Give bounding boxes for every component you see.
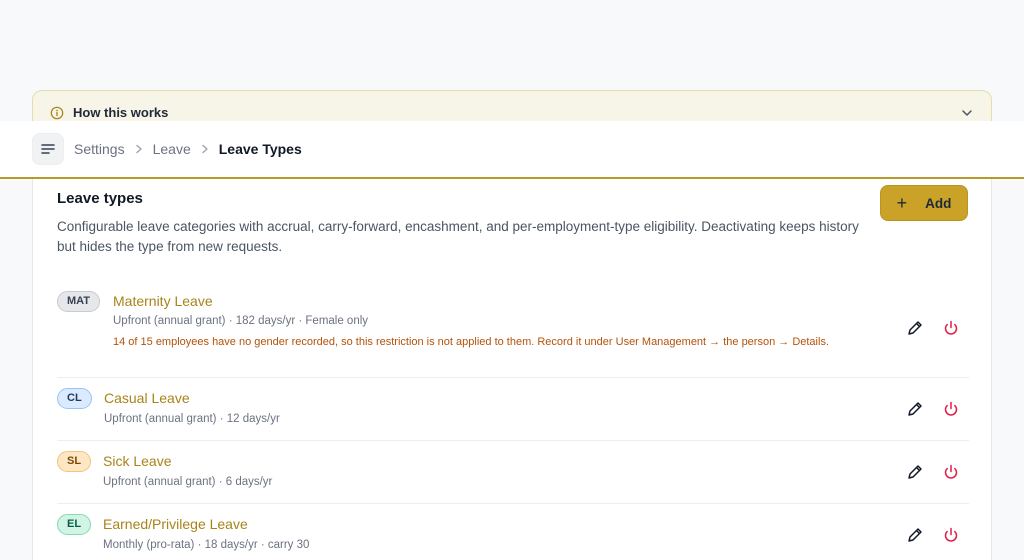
- deactivate-power-icon[interactable]: [942, 319, 960, 337]
- gender-warning: 14 of 15 employees have no gender record…: [113, 336, 829, 348]
- add-button-label: Add: [925, 195, 952, 211]
- leave-type-name[interactable]: Earned/Privilege Leave: [103, 516, 248, 532]
- leave-code-badge: CL: [57, 388, 92, 409]
- deactivate-power-icon[interactable]: [942, 400, 960, 418]
- leave-type-name[interactable]: Sick Leave: [103, 453, 171, 469]
- edit-icon[interactable]: [906, 526, 924, 544]
- chevron-right-icon: [131, 141, 147, 157]
- breadcrumb: Settings Leave Leave Types: [74, 141, 302, 157]
- list-item: EL Earned/Privilege Leave Monthly (pro-r…: [57, 504, 969, 560]
- leave-type-meta: Monthly (pro-rata) · 18 days/yr · carry …: [103, 539, 310, 551]
- leave-type-name[interactable]: Casual Leave: [104, 390, 190, 406]
- plus-icon: +: [896, 193, 908, 213]
- deactivate-power-icon[interactable]: [942, 463, 960, 481]
- leave-type-name[interactable]: Maternity Leave: [113, 293, 213, 309]
- leave-type-meta: Upfront (annual grant) · 6 days/yr: [103, 476, 273, 488]
- list-item: CL Casual Leave Upfront (annual grant) ·…: [57, 378, 969, 441]
- menu-toggle-button[interactable]: [32, 133, 64, 165]
- list-item: SL Sick Leave Upfront (annual grant) · 6…: [57, 441, 969, 504]
- edit-icon[interactable]: [906, 463, 924, 481]
- card-title: Leave types: [57, 190, 143, 207]
- info-icon: [50, 106, 64, 120]
- edit-icon[interactable]: [906, 319, 924, 337]
- leave-type-meta: Upfront (annual grant) · 182 days/yr · F…: [113, 315, 369, 327]
- breadcrumb-leave[interactable]: Leave: [153, 141, 191, 157]
- breadcrumb-bar: Settings Leave Leave Types: [0, 121, 1024, 179]
- list-item: MAT Maternity Leave Upfront (annual gran…: [57, 281, 969, 378]
- menu-icon: [41, 144, 55, 154]
- leave-code-badge: MAT: [57, 291, 101, 312]
- chevron-down-icon[interactable]: [961, 107, 973, 119]
- banner-title: How this works: [73, 105, 169, 120]
- breadcrumb-current: Leave Types: [218, 141, 302, 157]
- breadcrumb-settings[interactable]: Settings: [74, 141, 125, 157]
- leave-type-meta: Upfront (annual grant) · 12 days/yr: [104, 413, 280, 425]
- chevron-right-icon: [197, 141, 213, 157]
- add-leave-type-button[interactable]: + Add: [880, 185, 968, 221]
- card-description: Configurable leave categories with accru…: [57, 219, 859, 254]
- leave-code-badge: SL: [57, 451, 92, 472]
- leave-code-badge: EL: [57, 514, 92, 535]
- deactivate-power-icon[interactable]: [942, 526, 960, 544]
- leave-types-card: Leave types Configurable leave categorie…: [32, 170, 992, 560]
- leave-types-list: MAT Maternity Leave Upfront (annual gran…: [57, 281, 969, 560]
- edit-icon[interactable]: [906, 400, 924, 418]
